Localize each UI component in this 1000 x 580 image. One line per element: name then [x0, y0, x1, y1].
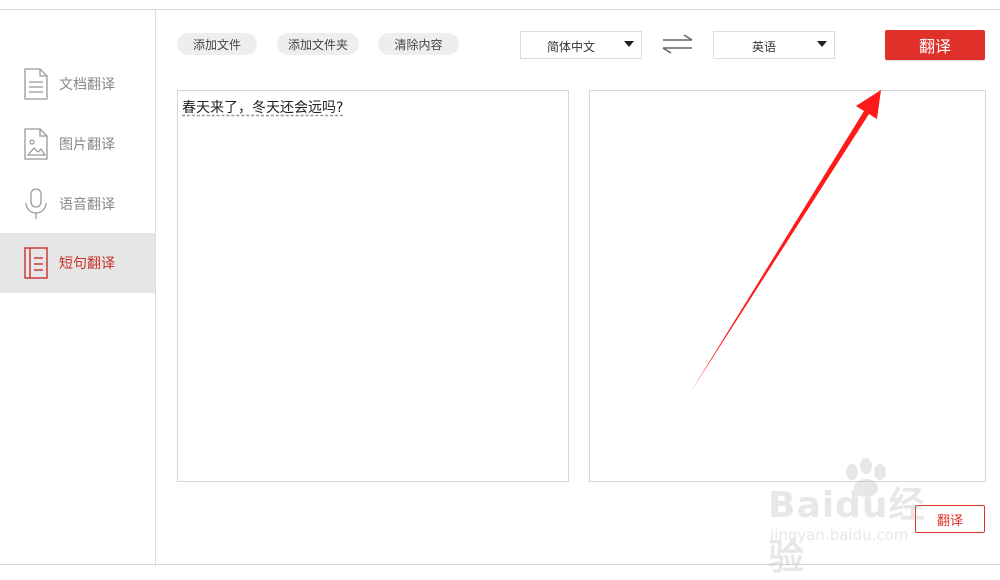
sidebar-item-image-translate[interactable]: 图片翻译 — [0, 114, 155, 174]
target-language-select[interactable]: 英语 — [713, 31, 835, 59]
target-text-area[interactable] — [589, 90, 986, 482]
chevron-down-icon — [623, 38, 635, 50]
source-language-value: 简体中文 — [546, 40, 595, 54]
sidebar-item-label: 文档翻译 — [59, 77, 115, 93]
bottom-translate-button[interactable]: 翻译 — [915, 505, 985, 533]
add-folder-button[interactable]: 添加文件夹 — [277, 33, 359, 55]
microphone-icon — [22, 187, 50, 221]
clear-content-button[interactable]: 清除内容 — [378, 33, 459, 55]
document-icon — [22, 67, 50, 101]
sidebar-item-sentence-translate[interactable]: 短句翻译 — [0, 233, 155, 293]
translate-button[interactable]: 翻译 — [885, 30, 985, 60]
swap-languages-button[interactable] — [660, 33, 696, 55]
sidebar: 文档翻译 图片翻译 语音翻译 短句翻译 — [0, 10, 156, 566]
bottom-border — [0, 564, 1000, 565]
sidebar-item-label: 语音翻译 — [59, 197, 115, 213]
sentence-icon — [22, 246, 50, 280]
source-language-select[interactable]: 简体中文 — [520, 31, 642, 59]
chevron-down-icon — [816, 38, 828, 50]
sidebar-item-voice-translate[interactable]: 语音翻译 — [0, 174, 155, 234]
source-text: 春天来了，冬天还会远吗? — [182, 100, 344, 116]
watermark-url: jingyan.baidu.com — [770, 526, 909, 544]
source-text-area[interactable]: 春天来了，冬天还会远吗? — [177, 90, 569, 482]
top-border — [0, 0, 1000, 10]
swap-arrows-icon — [660, 34, 696, 59]
add-file-button[interactable]: 添加文件 — [177, 33, 257, 55]
sidebar-item-label: 短句翻译 — [59, 256, 115, 272]
sidebar-item-document-translate[interactable]: 文档翻译 — [0, 54, 155, 114]
image-icon — [22, 127, 50, 161]
sidebar-item-label: 图片翻译 — [59, 137, 115, 153]
target-language-value: 英语 — [751, 40, 776, 54]
